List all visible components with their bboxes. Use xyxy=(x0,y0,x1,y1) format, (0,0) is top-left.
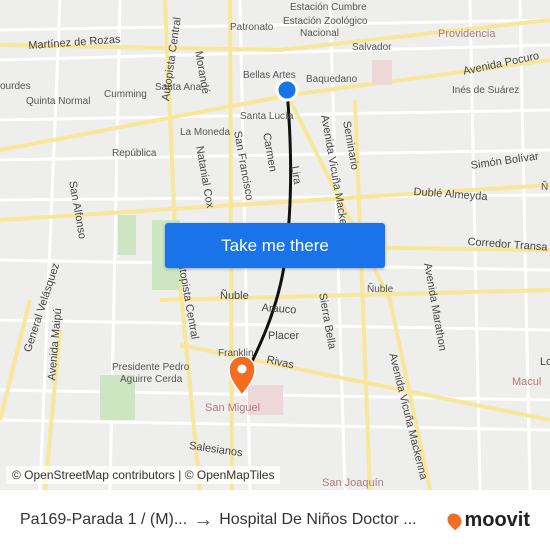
street-label: Cumming xyxy=(104,89,147,100)
street-label: ourdes xyxy=(0,81,31,92)
street-label: Estación Zoológico xyxy=(283,16,368,27)
street-label: San Joaquín xyxy=(322,477,384,489)
street-label: Macul xyxy=(512,376,542,388)
street-label: Quinta Normal xyxy=(26,96,91,107)
take-me-there-button[interactable]: Take me there xyxy=(165,223,385,268)
street-label: Franklin xyxy=(218,348,254,359)
street-label: San Miguel xyxy=(205,402,261,414)
street-label: Salvador xyxy=(352,42,392,53)
arrow-right-icon: → xyxy=(193,508,214,531)
street-label: Bellas Artes xyxy=(243,70,296,81)
street-label: Aguirre Cerda xyxy=(120,374,183,385)
street-label: Lo xyxy=(540,356,550,368)
street-label: Ñ xyxy=(541,182,549,193)
street-label: Nacional xyxy=(300,28,339,39)
street-label: Ñuble xyxy=(220,290,249,302)
map-attribution[interactable]: © OpenStreetMap contributors | © OpenMap… xyxy=(6,466,281,484)
street-label: Inés de Suárez xyxy=(452,85,520,96)
route-footer: Pa169-Parada 1 / (M)... → Hospital De Ni… xyxy=(0,490,550,550)
street-label: Placer xyxy=(268,330,300,342)
street-label: Patronato xyxy=(230,22,274,33)
destination-name: Hospital De Niños Doctor ... xyxy=(219,511,417,528)
origin-name: Pa169-Parada 1 / (M)... xyxy=(20,511,188,528)
moovit-pin-icon xyxy=(445,510,465,530)
map[interactable]: Estación Cumbre Patronato Estación Zoológi… xyxy=(0,0,550,490)
street-label: Santa Lucía xyxy=(240,111,294,122)
moovit-logo[interactable]: moovit xyxy=(445,508,530,532)
street-label: Providencia xyxy=(438,28,496,40)
origin-marker[interactable] xyxy=(275,78,299,102)
street-label: República xyxy=(112,148,157,159)
street-label: La Moneda xyxy=(180,127,231,138)
street-label: Baquedano xyxy=(306,74,358,85)
street-label: Arauco xyxy=(261,302,297,317)
street-label: Estación Cumbre xyxy=(290,2,367,13)
moovit-wordmark: moovit xyxy=(464,508,530,531)
street-label: Presidente Pedro xyxy=(112,362,190,373)
street-label: Ñuble xyxy=(367,284,394,295)
